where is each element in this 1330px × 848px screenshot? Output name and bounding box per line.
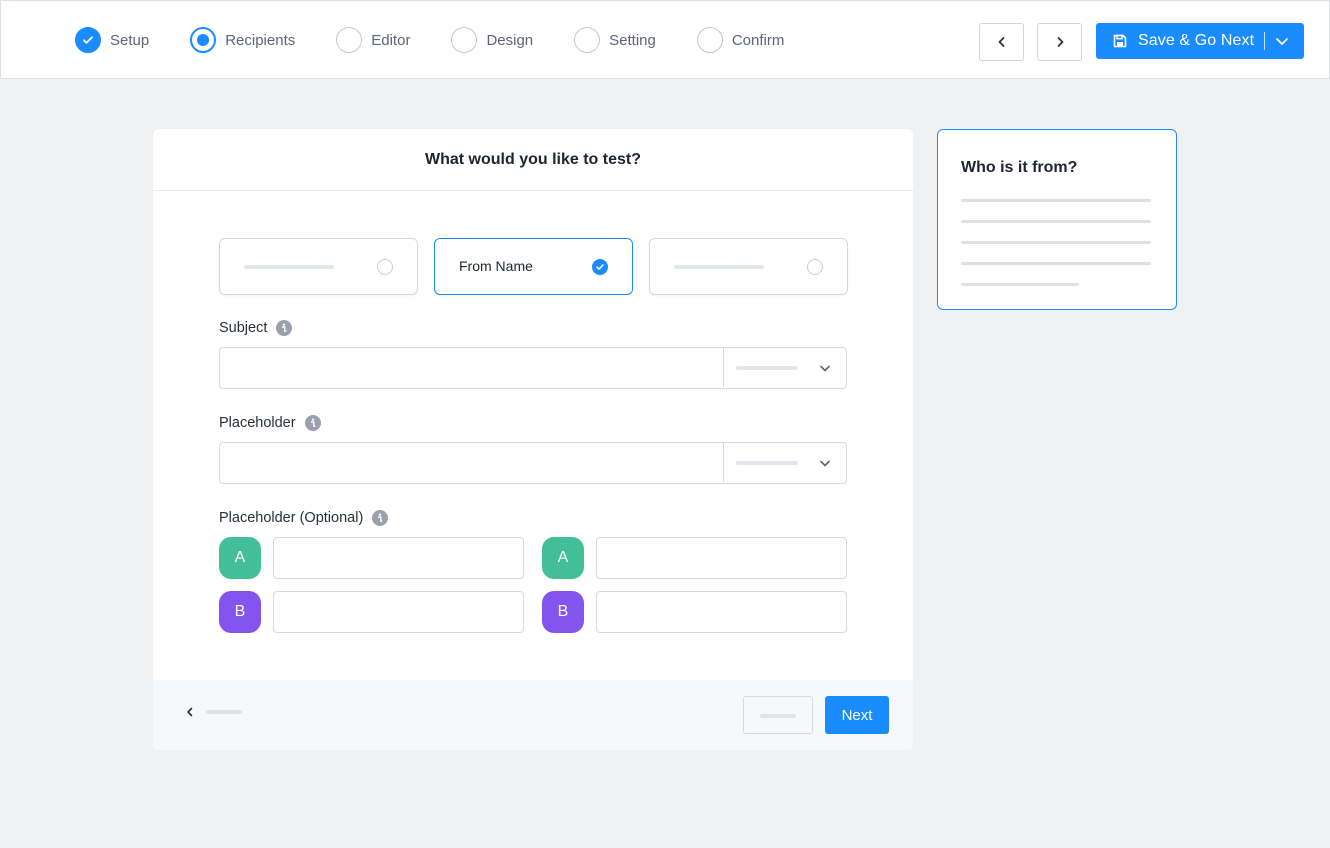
placeholder-line <box>760 714 796 718</box>
placeholder-select[interactable] <box>723 443 845 482</box>
chevron-down-icon[interactable] <box>1274 33 1290 49</box>
card-header: What would you like to test? <box>153 129 913 191</box>
test-option-from-name[interactable]: From Name <box>434 238 633 295</box>
step-recipients[interactable]: Recipients <box>190 27 295 53</box>
placeholder-line <box>961 220 1151 223</box>
placeholder-label: Placeholder <box>219 415 296 431</box>
placeholder-input[interactable] <box>220 443 723 482</box>
variant-b-input-left[interactable] <box>273 591 524 633</box>
previous-step-button[interactable] <box>979 23 1024 61</box>
placeholder-label-row: Placeholder <box>219 415 321 431</box>
radio-current-icon <box>190 27 217 53</box>
check-circle-icon <box>75 27 101 53</box>
step-confirm[interactable]: Confirm <box>696 27 785 53</box>
floppy-disk-icon <box>1112 33 1128 49</box>
test-option-3[interactable] <box>649 238 848 295</box>
info-icon[interactable] <box>372 510 389 526</box>
variant-a-badge: A <box>219 537 261 579</box>
variant-b-input-right[interactable] <box>596 591 847 633</box>
preview-panel: Who is it from? <box>937 129 1177 310</box>
info-icon[interactable] <box>304 415 321 431</box>
empty-circle-icon <box>696 27 723 53</box>
variant-a-input-right[interactable] <box>596 537 847 579</box>
empty-circle-icon <box>336 27 363 53</box>
placeholder-line <box>961 283 1079 286</box>
button-divider <box>1264 32 1265 50</box>
step-setup[interactable]: Setup <box>75 27 149 53</box>
step-label: Setting <box>609 31 656 49</box>
empty-circle-icon <box>451 27 478 53</box>
info-icon[interactable] <box>276 320 293 336</box>
placeholder-optional-label: Placeholder (Optional) <box>219 510 364 526</box>
placeholder-field <box>219 442 847 484</box>
save-button-label: Save & Go Next <box>1138 32 1255 49</box>
empty-circle-icon <box>574 27 601 53</box>
top-bar: Setup Recipients Editor Design Setting C… <box>0 0 1330 79</box>
save-and-go-next-button[interactable]: Save & Go Next <box>1096 23 1304 59</box>
secondary-button[interactable] <box>743 696 813 734</box>
step-setting[interactable]: Setting <box>574 27 656 53</box>
test-option-1[interactable] <box>219 238 418 295</box>
card-title: What would you like to test? <box>425 150 641 168</box>
ab-test-card: What would you like to test? From Name S… <box>153 129 913 750</box>
step-editor[interactable]: Editor <box>336 27 410 53</box>
check-circle-icon <box>592 259 608 275</box>
step-label: Editor <box>371 31 411 49</box>
next-step-button[interactable] <box>1037 23 1082 61</box>
chevron-down-icon <box>818 456 832 470</box>
subject-field <box>219 347 847 389</box>
preview-title: Who is it from? <box>961 159 1078 176</box>
subject-select[interactable] <box>723 348 845 387</box>
placeholder-line <box>961 262 1151 265</box>
placeholder-line <box>736 366 798 370</box>
placeholder-line <box>244 265 334 269</box>
stepper: Setup Recipients Editor Design Setting C… <box>75 27 825 53</box>
placeholder-line <box>961 241 1151 244</box>
variant-a-badge: A <box>542 537 584 579</box>
variant-b-badge: B <box>542 591 584 633</box>
subject-input[interactable] <box>220 348 723 387</box>
chevron-left-icon <box>996 36 1008 48</box>
variant-a-input-left[interactable] <box>273 537 524 579</box>
variant-b-badge: B <box>219 591 261 633</box>
radio-icon <box>377 259 393 275</box>
placeholder-optional-label-row: Placeholder (Optional) <box>219 510 389 526</box>
placeholder-line <box>674 265 764 269</box>
radio-icon <box>807 259 823 275</box>
chevron-left-icon <box>185 706 195 718</box>
step-label: Recipients <box>225 31 296 49</box>
step-label: Confirm <box>731 31 785 49</box>
subject-label: Subject <box>219 320 268 336</box>
next-button[interactable]: Next <box>825 696 889 734</box>
step-label: Setup <box>110 31 150 49</box>
placeholder-line <box>206 710 242 714</box>
placeholder-line <box>736 461 798 465</box>
chevron-down-icon <box>818 361 832 375</box>
step-design[interactable]: Design <box>451 27 533 53</box>
subject-label-row: Subject <box>219 320 293 336</box>
back-link[interactable] <box>185 706 242 718</box>
option-label: From Name <box>459 258 533 274</box>
chevron-right-icon <box>1054 36 1066 48</box>
step-label: Design <box>486 31 534 49</box>
placeholder-line <box>961 199 1151 202</box>
card-footer: Next <box>153 680 913 750</box>
